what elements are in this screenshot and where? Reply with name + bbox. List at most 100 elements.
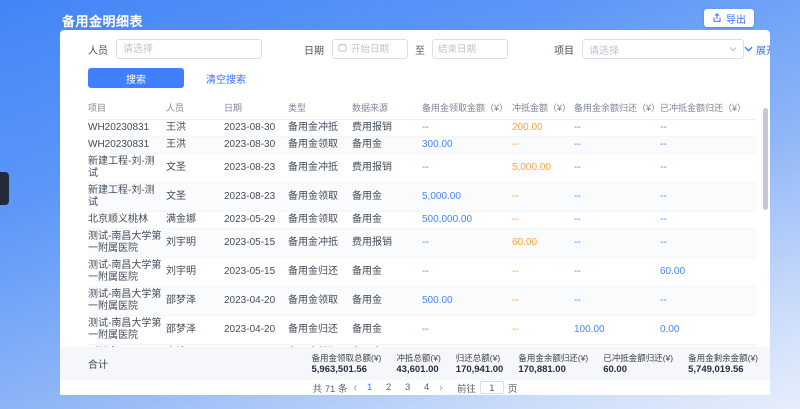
table-cell: 刘宇明 <box>166 229 224 258</box>
table-cell: 2023-05-29 <box>224 212 288 229</box>
table-cell: 备用金领取 <box>288 183 352 212</box>
action-bar: 搜索 清空搜索 <box>88 68 770 88</box>
search-button[interactable]: 搜索 <box>88 68 184 88</box>
table-cell: 2023-08-23 <box>224 154 288 183</box>
table-row: 新建工程-刘-测试文圣2023-08-23备用金冲抵费用报销--5,000.00… <box>88 154 756 183</box>
table-cell: 测试-南昌大学第一附属医院 <box>88 316 166 345</box>
table-cell: 500,000.00 <box>422 212 512 229</box>
vertical-scrollbar-thumb[interactable] <box>763 108 768 210</box>
column-header: 人员 <box>166 96 224 120</box>
summary-row: 合计 备用金领取总额(¥)5,963,501.56冲抵总额(¥)43,601.0… <box>60 347 770 380</box>
table-cell: -- <box>660 137 756 154</box>
table-cell: 刘宇明 <box>166 258 224 287</box>
table-cell: 邵梦泽 <box>166 316 224 345</box>
date-filter-group: 日期 至 <box>304 39 508 59</box>
page-number-button[interactable]: 3 <box>401 382 414 393</box>
clear-search-link[interactable]: 清空搜索 <box>206 71 246 86</box>
date-start-picker[interactable] <box>332 39 408 59</box>
table-cell: 2023-08-30 <box>224 120 288 137</box>
chevron-down-icon <box>729 44 737 55</box>
table-cell: 300.00 <box>422 137 512 154</box>
date-start-input[interactable] <box>351 44 402 55</box>
table-cell: -- <box>422 154 512 183</box>
table-cell: -- <box>422 120 512 137</box>
table-cell: 文圣 <box>166 183 224 212</box>
person-select-input[interactable] <box>116 39 262 59</box>
project-select[interactable]: 请选择 <box>582 39 744 59</box>
project-filter-group: 项目 请选择 <box>554 39 744 59</box>
table-cell: -- <box>512 212 574 229</box>
table-row: WH20230831王洪2023-08-30备用金领取备用金300.00----… <box>88 137 756 154</box>
table-cell: -- <box>660 120 756 137</box>
summary-total-label: 合计 <box>88 356 108 371</box>
date-end-picker[interactable] <box>432 39 508 59</box>
table-cell: -- <box>422 229 512 258</box>
next-page-button[interactable]: › <box>439 383 443 393</box>
goto-suffix: 页 <box>508 381 518 395</box>
calendar-icon <box>338 43 347 55</box>
prev-page-button[interactable]: ‹ <box>353 383 357 393</box>
date-end-input[interactable] <box>438 44 502 55</box>
table-cell: 备用金 <box>352 258 422 287</box>
content-card: 人员 日期 至 项目 请选择 <box>60 30 770 395</box>
export-label: 导出 <box>726 11 746 26</box>
table-cell: 备用金 <box>352 212 422 229</box>
table-cell: 备用金领取 <box>288 287 352 316</box>
table-cell: 新建工程-刘-测试 <box>88 183 166 212</box>
table-cell: -- <box>660 183 756 212</box>
table-cell: -- <box>660 229 756 258</box>
project-filter-label: 项目 <box>554 42 574 57</box>
table-cell: 邵梦泽 <box>166 287 224 316</box>
goto-page-input[interactable] <box>480 381 504 394</box>
table-row: 测试-南昌大学第一附属医院邵梦泽2023-04-20备用金归还备用金----10… <box>88 316 756 345</box>
table-cell: 备用金归还 <box>288 316 352 345</box>
summary-stat: 备用金领取总额(¥)5,963,501.56 <box>312 353 382 375</box>
column-header: 数据来源 <box>352 96 422 120</box>
table-cell: 北京顺义桃林 <box>88 212 166 229</box>
summary-stat: 已冲抵金额归还(¥)60.00 <box>603 353 673 375</box>
export-button[interactable]: 导出 <box>704 9 754 27</box>
column-header: 冲抵金额（¥） <box>512 96 574 120</box>
filter-bar: 人员 日期 至 项目 请选择 <box>88 39 756 59</box>
table-cell: -- <box>574 137 660 154</box>
expand-filters-link[interactable]: 展开筛选 <box>744 42 770 57</box>
summary-stat: 备用金余额归还(¥)170,881.00 <box>518 353 588 375</box>
table-cell: 备用金 <box>352 316 422 345</box>
table-cell: 测试-南昌大学第一附属医院 <box>88 258 166 287</box>
column-header: 日期 <box>224 96 288 120</box>
table-cell: 费用报销 <box>352 120 422 137</box>
table-cell: 新建工程-刘-测试 <box>88 154 166 183</box>
table-cell: 备用金归还 <box>288 258 352 287</box>
table-row: 北京顺义桃林满金娜2023-05-29备用金领取备用金500,000.00---… <box>88 212 756 229</box>
expand-filters-label: 展开筛选 <box>756 42 770 57</box>
page-number-button[interactable]: 1 <box>363 382 376 393</box>
table-cell: 测试-南昌大学第一附属医院 <box>88 287 166 316</box>
table-cell: -- <box>574 120 660 137</box>
table-cell: -- <box>660 154 756 183</box>
table-cell: -- <box>574 212 660 229</box>
table-cell: WH20230831 <box>88 137 166 154</box>
page-number-button[interactable]: 4 <box>420 382 433 393</box>
expand-chevron-icon <box>744 44 753 55</box>
table-cell: -- <box>574 154 660 183</box>
table-cell: -- <box>574 287 660 316</box>
goto-page-group: 前往 页 <box>457 381 518 395</box>
table-cell: 500.00 <box>422 287 512 316</box>
table-cell: -- <box>422 258 512 287</box>
summary-stat: 备用金剩余金额(¥)5,749,019.56 <box>688 353 758 375</box>
person-filter-label: 人员 <box>88 42 108 57</box>
table-cell: 王洪 <box>166 137 224 154</box>
date-range-separator: 至 <box>415 42 425 57</box>
sidebar-collapsed-handle[interactable] <box>0 172 9 205</box>
table-cell: -- <box>512 183 574 212</box>
table-cell: 2023-08-23 <box>224 183 288 212</box>
summary-stats: 备用金领取总额(¥)5,963,501.56冲抵总额(¥)43,601.00归还… <box>312 353 771 375</box>
table-cell: 备用金冲抵 <box>288 120 352 137</box>
table-cell: -- <box>512 316 574 345</box>
table-cell: 5,000.00 <box>422 183 512 212</box>
export-icon <box>712 13 722 23</box>
pagination-total: 共 71 条 <box>313 381 348 395</box>
table-cell: -- <box>512 287 574 316</box>
table-cell: 0.00 <box>660 316 756 345</box>
page-number-button[interactable]: 2 <box>382 382 395 393</box>
